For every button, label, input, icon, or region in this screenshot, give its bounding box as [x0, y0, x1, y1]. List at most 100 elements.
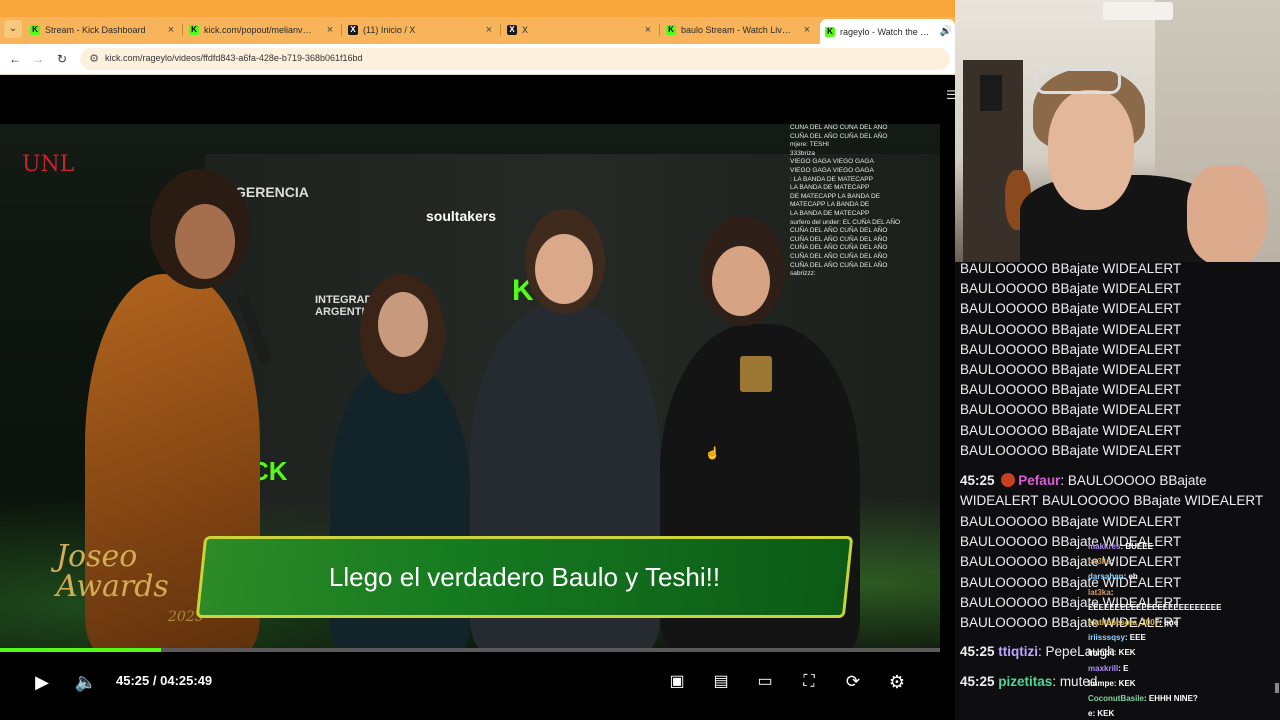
tab-search-chevron-down-icon[interactable]: ⌄	[4, 20, 22, 38]
tab-divider	[182, 24, 183, 36]
video-player-frame[interactable]: UNL GERENCIA soultakers INTEGRADOS ARGEN…	[0, 124, 940, 649]
clip-icon[interactable]: ▤	[709, 670, 733, 694]
tab-x[interactable]: X X ×	[507, 19, 655, 41]
video-overlay-chat-line: CUÑA DEL AÑO CUÑA DEL AÑO	[790, 227, 888, 235]
tab-title: baulo Stream - Watch Live on Kick	[681, 25, 793, 35]
chat-scrollbar[interactable]	[1275, 683, 1279, 693]
unl-logo: UNL	[22, 152, 75, 177]
awards-logo-word2: Awards	[56, 569, 169, 604]
caption-banner: Llego el verdadero Baulo y Teshi!!	[195, 536, 854, 618]
tab-title: kick.com/popout/melianvalen/chat	[204, 25, 316, 35]
theater-mode-icon[interactable]: ▭	[753, 670, 777, 694]
close-tab-icon[interactable]: ×	[164, 19, 178, 41]
forward-arrow-icon[interactable]: →	[29, 50, 47, 68]
person-center-face	[535, 234, 593, 304]
tab-divider	[500, 24, 501, 36]
site-info-icon[interactable]: ⚙	[86, 51, 102, 67]
chat-line-repeat: BAULOOOOO BBajate WIDEALERT	[960, 402, 1182, 418]
overlay-chat-line: maxkrill: E	[1088, 661, 1280, 676]
close-tab-icon[interactable]: ×	[800, 19, 814, 41]
x-favicon-icon: X	[507, 25, 517, 35]
chat-username[interactable]: ttiqtizi	[998, 644, 1038, 659]
video-overlay-chat-line: CUÑA DEL AÑO CUÑA DEL AÑO	[790, 132, 888, 140]
kick-favicon-icon: K	[825, 26, 835, 37]
chat-text: : BAULOOOOO BBajate	[1060, 473, 1207, 488]
current-time: 45:25	[116, 673, 150, 688]
overlay-chat-user: lat3ka	[1088, 557, 1111, 567]
tab-x-inicio[interactable]: X (11) Inicio / X ×	[348, 19, 496, 41]
tab-title: Stream - Kick Dashboard	[45, 25, 146, 35]
volume-icon[interactable]: 🔈	[74, 670, 98, 694]
player-controls: ▶ 🔈 45:25 / 04:25:49 ▣ ▤ ▭ ⛶ ⟳ ⚙	[0, 652, 940, 720]
sponsor-logo-gerencia: GERENCIA	[235, 184, 309, 200]
overlay-chat-line: e: KEK	[1088, 706, 1280, 720]
overlay-chat-user: iriisssqsy	[1088, 633, 1125, 643]
playback-speed-icon[interactable]: ⟳	[841, 670, 865, 694]
overlay-chat-line: lat3ka:	[1088, 585, 1280, 600]
overlay-chat-text: : KEK	[1113, 678, 1136, 688]
overlay-chat-text: : KEK	[1092, 709, 1115, 719]
duration: 04:25:49	[160, 673, 213, 688]
overlay-chat-user: makkres	[1088, 542, 1121, 551]
close-tab-icon[interactable]: ×	[482, 19, 496, 41]
overlay-chat-text: : E	[1118, 663, 1129, 673]
tab-title: rageylo - Watch the VOD on Kick	[840, 26, 935, 37]
time-separator: /	[152, 673, 157, 688]
overlay-chat-line: EEEEEEEEEEEEEEEEEEEEEEEEE	[1088, 600, 1280, 615]
tab-rageylo-vod[interactable]: K rageylo - Watch the VOD on Kick 🔊	[820, 19, 955, 44]
chat-timestamp: 45:25	[960, 473, 995, 488]
speaker-audio-icon[interactable]: 🔊	[940, 19, 952, 44]
reload-icon[interactable]: ↻	[53, 50, 71, 68]
video-overlay-chat-line: LA BANDA DE MATECAPP	[790, 184, 870, 192]
sponsor-logo-soultakers: soultakers	[426, 208, 497, 224]
overlay-chat-user: darsahan	[1088, 572, 1124, 582]
chat-timestamp: 45:25	[960, 644, 995, 659]
video-overlay-chat-line: DE MATECAPP LA BANDA DE	[790, 192, 881, 200]
video-overlay-chat-line: CUÑA DEL AÑO CUÑA DEL AÑO	[790, 124, 888, 131]
address-bar[interactable]: ⚙ kick.com/rageylo/videos/ffdfd843-a6fa-…	[80, 48, 950, 70]
play-icon[interactable]: ▶	[30, 670, 54, 694]
overlay-chat-line: elatitebesota_2007: que	[1088, 615, 1280, 630]
overlay-chat-line: iriisssqsy: EEE	[1088, 630, 1280, 645]
tab-title: (11) Inicio / X	[363, 25, 416, 35]
chat-username[interactable]: pizetitas	[998, 674, 1052, 689]
video-overlay-chat-line: LA BANDA DE MATECAPP	[790, 209, 870, 217]
overlay-chat-user: maxkrill	[1088, 663, 1119, 673]
video-overlay-chat-line: 333briza	[790, 149, 815, 157]
chat-username[interactable]: Pefaur	[1018, 473, 1060, 488]
overlay-chat-user: lat3ka	[1088, 587, 1111, 597]
x-favicon-icon: X	[348, 25, 358, 35]
video-overlay-chat-line: sabrizzz:	[790, 270, 816, 278]
video-overlay-chat-line: CUÑA DEL AÑO CUÑA DEL AÑO	[790, 252, 888, 260]
video-overlay-chat-line: : LA BANDA DE MATECAPP	[790, 175, 873, 183]
video-overlay-chat-line: VIEGO GAGA VIEGO GAGA	[790, 166, 874, 174]
url-text: kick.com/rageylo/videos/ffdfd843-a6fa-42…	[105, 53, 363, 63]
close-tab-icon[interactable]: ×	[641, 19, 655, 41]
overlay-chat-user: lmmpe	[1088, 648, 1114, 658]
tab-kick-popout-chat[interactable]: K kick.com/popout/melianvalen/chat ×	[189, 19, 337, 41]
tab-kick-dashboard[interactable]: K Stream - Kick Dashboard ×	[30, 19, 178, 41]
overlay-chat-line: lat3ka:	[1088, 554, 1280, 569]
overlay-chat-text: EEEEEEEEEEEEEEEEEEEEEEEEE	[1088, 602, 1222, 612]
back-arrow-icon[interactable]: ←	[6, 50, 24, 68]
chat-line-repeat: BAULOOOOO BBajate WIDEALERT	[960, 442, 1182, 458]
chat-line-repeat: BAULOOOOO BBajate WIDEALERT	[960, 301, 1182, 317]
overlay-chat-user: lmmpe	[1088, 678, 1114, 688]
close-tab-icon[interactable]: ×	[323, 19, 337, 41]
chat-line-repeat: BAULOOOOO BBajate WIDEALERT	[960, 281, 1182, 297]
chat-text: WIDEALERT BAULOOOOO BBajate WIDEALERT	[960, 493, 1264, 508]
tab-baulo-stream[interactable]: K baulo Stream - Watch Live on Kick ×	[666, 19, 814, 41]
video-overlay-chat: CUÑA DEL AÑO CUÑA DEL AÑO CUÑA DEL AÑO CU…	[790, 124, 940, 369]
picture-in-picture-icon[interactable]: ▣	[665, 670, 689, 694]
tab-divider	[341, 24, 342, 36]
overlay-chat-text: :	[1110, 587, 1114, 597]
chat-line-repeat: BAULOOOOO BBajate WIDEALERT	[960, 422, 1182, 438]
video-overlay-chat-line: MATECAPP LA BANDA DE	[790, 201, 870, 209]
overlay-chat-line: lmmpe: KEK	[1088, 676, 1280, 691]
overlay-chat-line: CoconutBasile: EHHH NINE?	[1088, 691, 1280, 706]
fullscreen-icon[interactable]: ⛶	[797, 670, 821, 694]
chat-line-repeat: BAULOOOOO BBajate WIDEALERT	[960, 514, 1182, 529]
video-overlay-chat-line: CUÑA DEL AÑO CUÑA DEL AÑO	[790, 261, 888, 269]
settings-gear-icon[interactable]: ⚙	[885, 670, 909, 694]
chat-message-continued: WIDEALERT BAULOOOOO BBajate WIDEALERT	[960, 491, 1278, 511]
